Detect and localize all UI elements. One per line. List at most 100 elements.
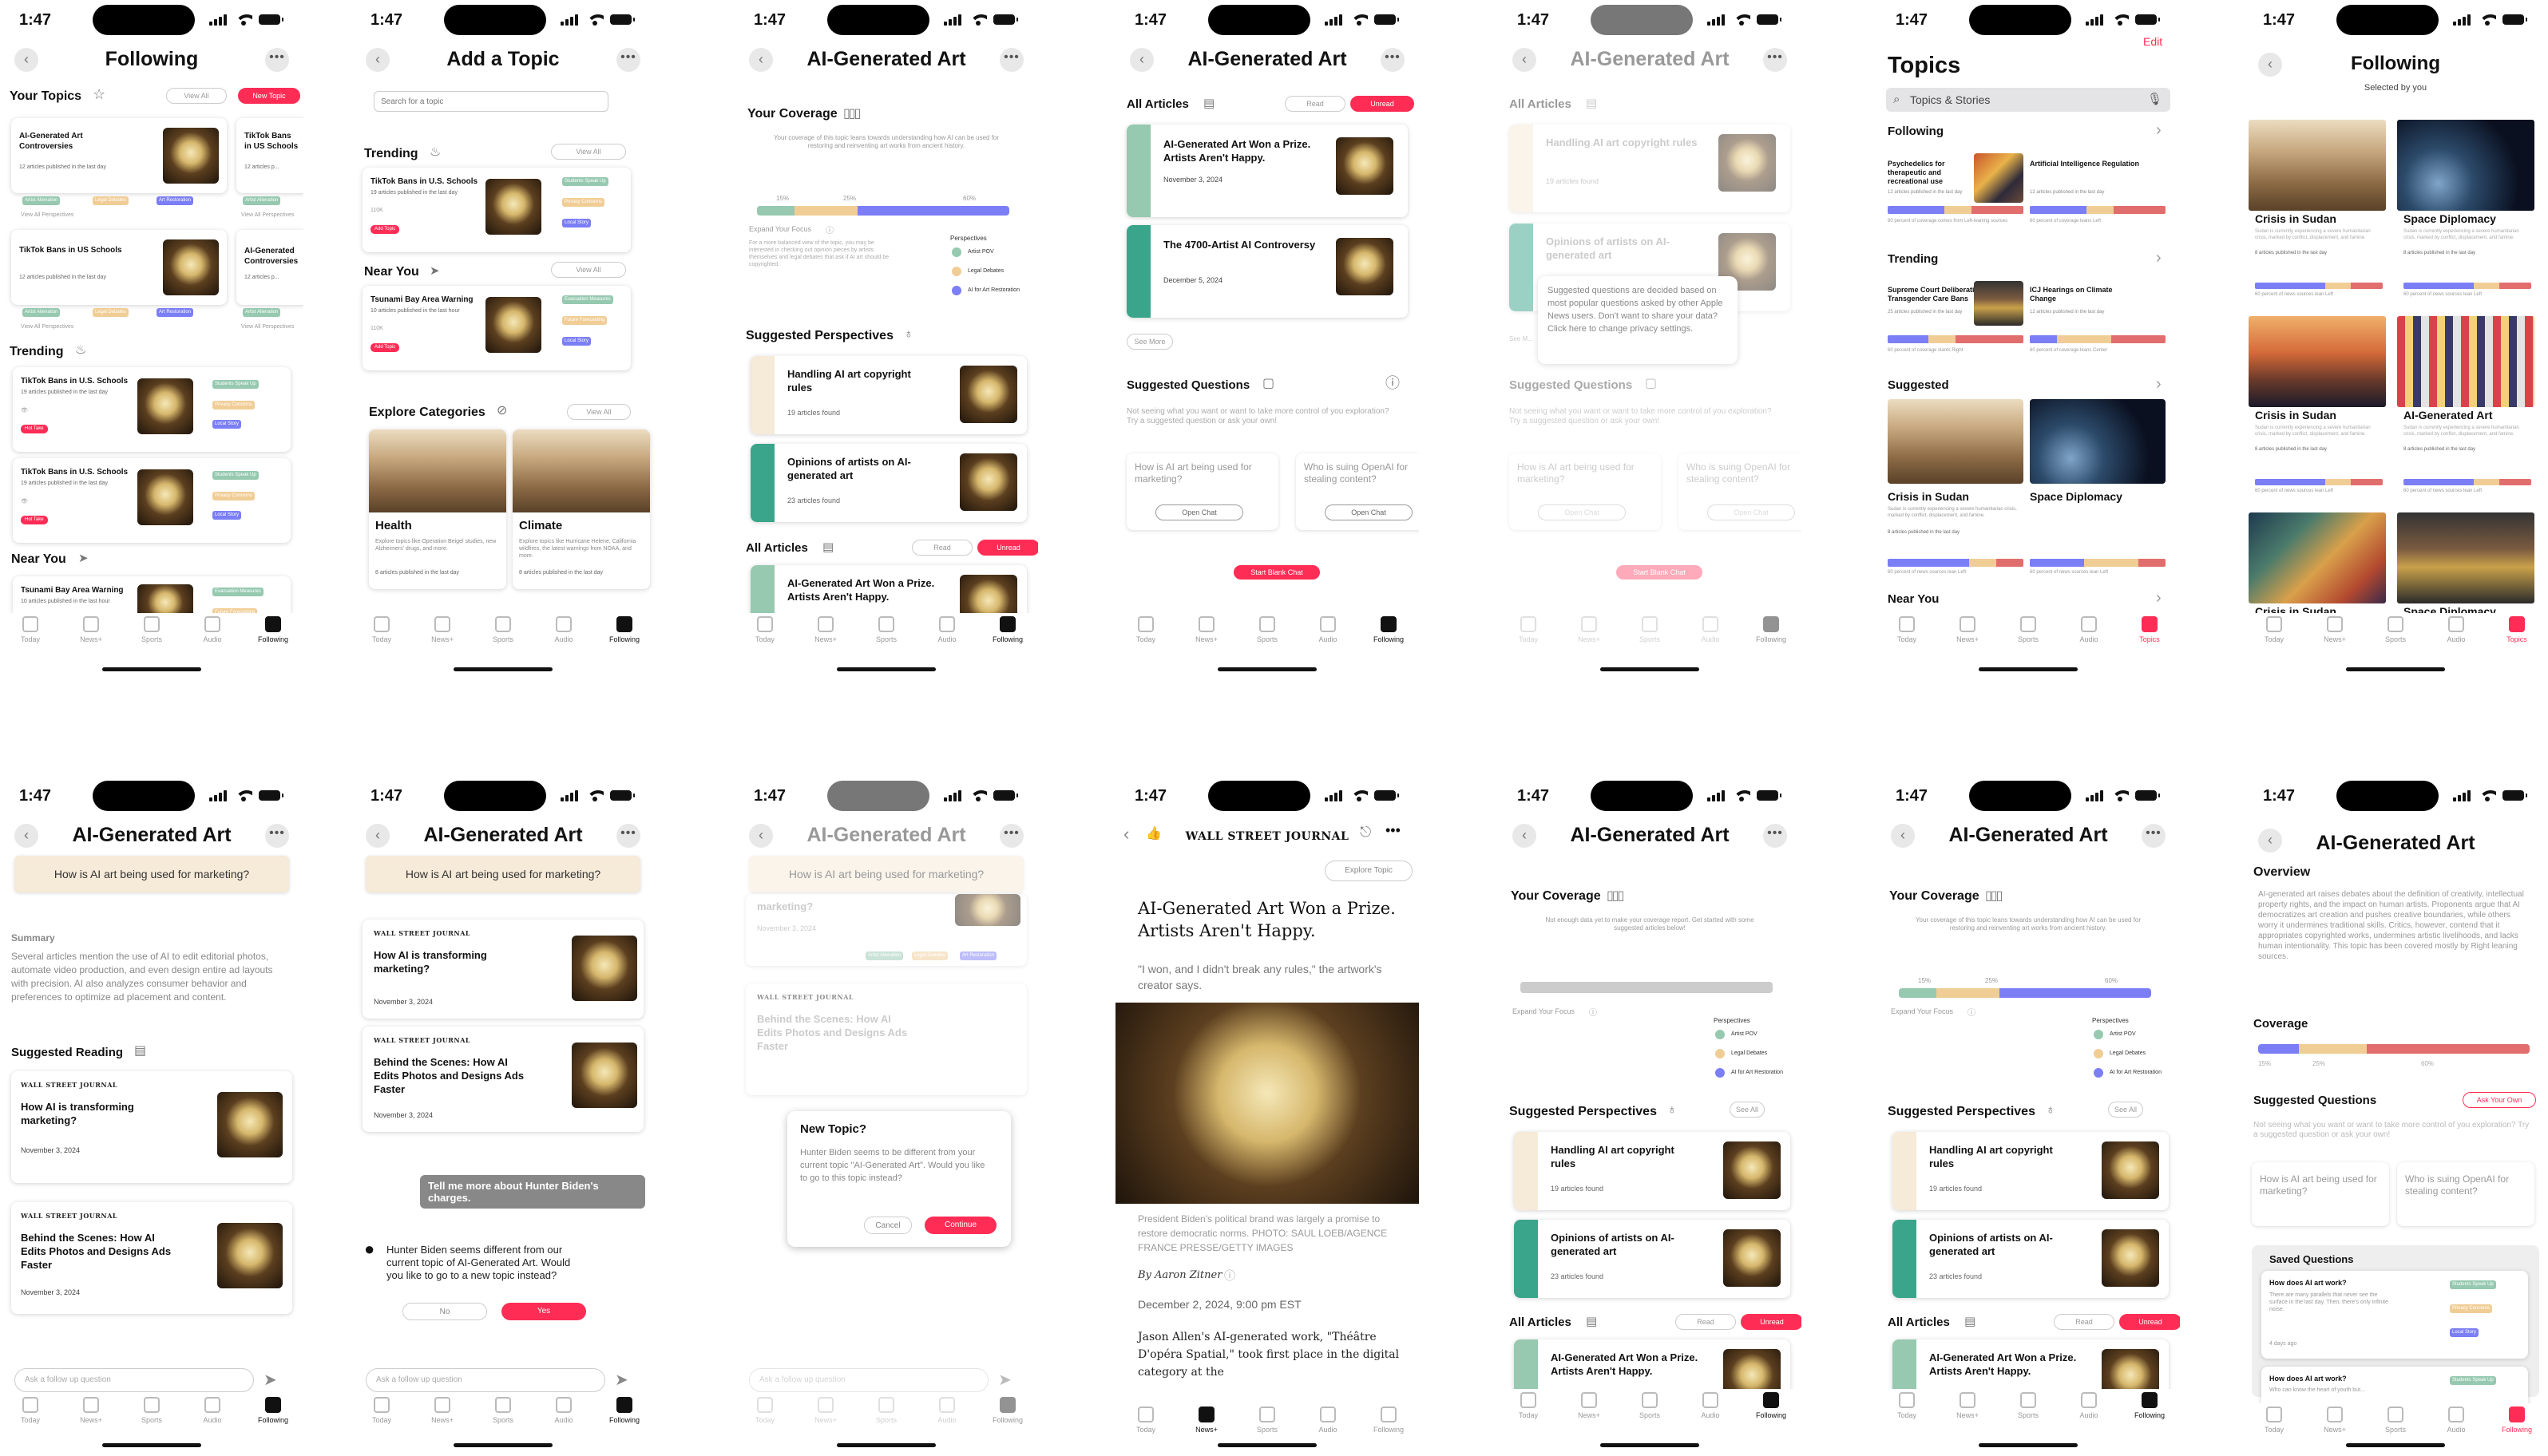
tab-following[interactable]: Topics xyxy=(2119,616,2180,643)
add-topic-button[interactable]: Add Topic xyxy=(371,225,400,234)
tab-sports[interactable]: Sports xyxy=(856,616,917,643)
perspective-tag[interactable]: Artist Alienation xyxy=(243,196,281,205)
unread-filter-button[interactable]: Unread xyxy=(977,540,1038,556)
tab-today[interactable]: Today xyxy=(0,1397,61,1424)
reading-card[interactable]: WALL STREET JOURNAL Behind the Scenes: Ho… xyxy=(746,983,1027,1095)
perspective-card[interactable]: Handling AI art copyright rules 19 articl… xyxy=(751,356,1027,434)
tab-audio[interactable]: Audio xyxy=(1298,616,1358,643)
continue-button[interactable]: Continue xyxy=(925,1217,997,1234)
open-chat-button[interactable]: Open Chat xyxy=(1538,504,1626,520)
tab-today[interactable]: Today xyxy=(1115,616,1176,643)
perspective-tag[interactable]: Students Speak Up xyxy=(2450,1376,2496,1385)
tab-sports[interactable]: Sports xyxy=(1998,1392,2059,1419)
perspective-card[interactable]: Handling AI art copyright rules 19 articl… xyxy=(1514,1132,1790,1210)
view-all-perspectives-link[interactable]: View All Perspectives xyxy=(21,324,73,330)
tab-sports[interactable]: Sports xyxy=(1998,616,2059,643)
topic-card[interactable]: AI-Generated Controversies 12 articles p.… xyxy=(236,230,303,305)
topic-tile[interactable]: Space Diplomacy 60 percent of news source… xyxy=(2030,399,2166,583)
tab-today[interactable]: Today xyxy=(1498,1392,1559,1419)
category-card-cat1[interactable]: Health Explore topics like Operation Beig… xyxy=(369,429,506,589)
saved-question-card[interactable]: How does AI art work? There are many para… xyxy=(2261,1271,2528,1359)
info-icon[interactable]: ⓘ xyxy=(1385,372,1400,393)
start-blank-chat-button[interactable]: Start Blank Chat xyxy=(1616,565,1702,580)
tab-following[interactable]: Following xyxy=(1358,1407,1419,1434)
tab-audio[interactable]: Audio xyxy=(2426,616,2487,643)
suggested-question-card[interactable]: How is AI art being used for marketing? xyxy=(2252,1162,2389,1226)
tab-sports[interactable]: Sports xyxy=(473,1397,533,1424)
perspective-tag[interactable]: Students Speak Up xyxy=(2450,1280,2496,1289)
tab-today[interactable]: Today xyxy=(1876,1392,1937,1419)
start-blank-chat-button[interactable]: Start Blank Chat xyxy=(1234,565,1320,580)
reading-card[interactable]: WALL STREET JOURNAL Behind the Scenes: Ho… xyxy=(11,1202,292,1314)
suggested-question-card[interactable]: Who is suing OpenAI for stealing content… xyxy=(2397,1162,2534,1226)
tab-sports[interactable]: Sports xyxy=(2365,1407,2426,1434)
tab-following[interactable]: Following xyxy=(1741,616,1801,643)
no-button[interactable]: No xyxy=(402,1303,487,1320)
cancel-button[interactable]: Cancel xyxy=(864,1217,912,1234)
tab-following[interactable]: Following xyxy=(594,616,655,643)
mic-icon[interactable]: 🎙 xyxy=(2147,88,2162,112)
perspective-tag[interactable]: Legal Debates xyxy=(93,196,129,205)
view-all-button[interactable]: View All xyxy=(551,262,626,278)
tab-sports[interactable]: Sports xyxy=(1237,616,1298,643)
see-more-button[interactable]: See M... xyxy=(1509,335,1533,342)
topic-tile[interactable]: Psychedelics for therapeutic and recreat… xyxy=(1888,145,2023,228)
view-all-perspectives-link[interactable]: View All Perspectives xyxy=(241,324,294,330)
chevron-right-icon[interactable]: › xyxy=(2156,121,2162,140)
new-topic-button[interactable]: New Topic xyxy=(238,88,300,104)
perspective-tag[interactable]: Privacy Concerns xyxy=(212,492,256,500)
tab-sports[interactable]: Sports xyxy=(473,616,533,643)
view-all-button[interactable]: View All xyxy=(166,88,227,104)
topic-card[interactable]: AI-Generated Art Controversies 12 article… xyxy=(11,118,227,193)
tab-audio[interactable]: Audio xyxy=(2059,1392,2119,1419)
tab-today[interactable]: Today xyxy=(2244,616,2304,643)
read-filter-button[interactable]: Read xyxy=(1285,96,1345,112)
more-icon[interactable]: ••• xyxy=(1385,822,1401,839)
unread-filter-button[interactable]: Unread xyxy=(1350,96,1414,112)
tab-audio[interactable]: Audio xyxy=(533,616,594,643)
send-icon[interactable]: ➤ xyxy=(998,1370,1012,1390)
tab-audio[interactable]: Audio xyxy=(533,1397,594,1424)
tab-sports[interactable]: Sports xyxy=(1619,1392,1680,1419)
tab-following[interactable]: Following xyxy=(594,1397,655,1424)
perspective-card[interactable]: Opinions of artists on AI-generated art 2… xyxy=(1892,1220,2169,1298)
tab-today[interactable]: Today xyxy=(1498,616,1559,643)
topic-tile[interactable]: Crisis in Sudan Sudan is currently experi… xyxy=(2249,120,2386,308)
edit-button[interactable]: Edit xyxy=(2143,35,2162,48)
category-card-cat2[interactable]: Climate Explore topics like Hurricane Hel… xyxy=(513,429,650,589)
perspective-tag[interactable]: Students Speak Up xyxy=(562,177,608,186)
tab-sports[interactable]: Sports xyxy=(121,616,182,643)
tab-audio[interactable]: Audio xyxy=(917,616,977,643)
perspective-tag[interactable]: Students Speak Up xyxy=(212,471,259,480)
perspective-tag[interactable]: Local Story xyxy=(212,511,242,520)
open-chat-button[interactable]: Open Chat xyxy=(1325,504,1413,520)
tab-sports[interactable]: Sports xyxy=(856,1397,917,1424)
suggested-question-card[interactable]: Who is suing OpenAI for stealing content… xyxy=(1296,453,1419,530)
tab-audio[interactable]: Audio xyxy=(2426,1407,2487,1434)
topic-search-input[interactable] xyxy=(374,91,608,112)
send-icon[interactable]: ➤ xyxy=(264,1370,277,1390)
open-chat-button[interactable]: Open Chat xyxy=(1155,504,1243,520)
tab-following[interactable]: Following xyxy=(243,616,303,643)
trending-card[interactable]: TikTok Bans in U.S. Schools 19 articles p… xyxy=(13,367,291,452)
topic-tile[interactable]: ICJ Hearings on Climate Change 12 article… xyxy=(2030,275,2166,358)
ask-your-own-button[interactable]: Ask Your Own xyxy=(2463,1092,2536,1108)
topic-card[interactable]: TikTok Bans in U.S. Schools 19 articles p… xyxy=(363,168,631,252)
tab-audio[interactable]: Audio xyxy=(1680,616,1741,643)
perspective-tag[interactable]: Artist Alienation xyxy=(22,196,61,205)
tab-today[interactable]: Today xyxy=(735,1397,795,1424)
tab-news-plus[interactable]: News+ xyxy=(1937,616,1998,643)
tab-news-plus[interactable]: News+ xyxy=(61,1397,121,1424)
hot-take-badge[interactable]: Hot Take xyxy=(21,425,48,433)
view-all-perspectives-link[interactable]: View All Perspectives xyxy=(21,212,73,218)
tab-audio[interactable]: Audio xyxy=(917,1397,977,1424)
perspective-tag[interactable]: Local Story xyxy=(562,337,592,346)
article-card[interactable]: AI-Generated Art Won a Prize. Artists Ar… xyxy=(1127,125,1408,217)
unread-filter-button[interactable]: Unread xyxy=(2119,1314,2180,1330)
topic-tile[interactable]: Crisis in Sudan Sudan is currently experi… xyxy=(2249,316,2386,504)
see-all-button[interactable]: See All xyxy=(2108,1102,2143,1118)
tab-sports[interactable]: Sports xyxy=(121,1397,182,1424)
tab-news-plus[interactable]: News+ xyxy=(1176,616,1237,643)
tab-news-plus[interactable]: News+ xyxy=(1559,1392,1619,1419)
tab-today[interactable]: Today xyxy=(0,616,61,643)
